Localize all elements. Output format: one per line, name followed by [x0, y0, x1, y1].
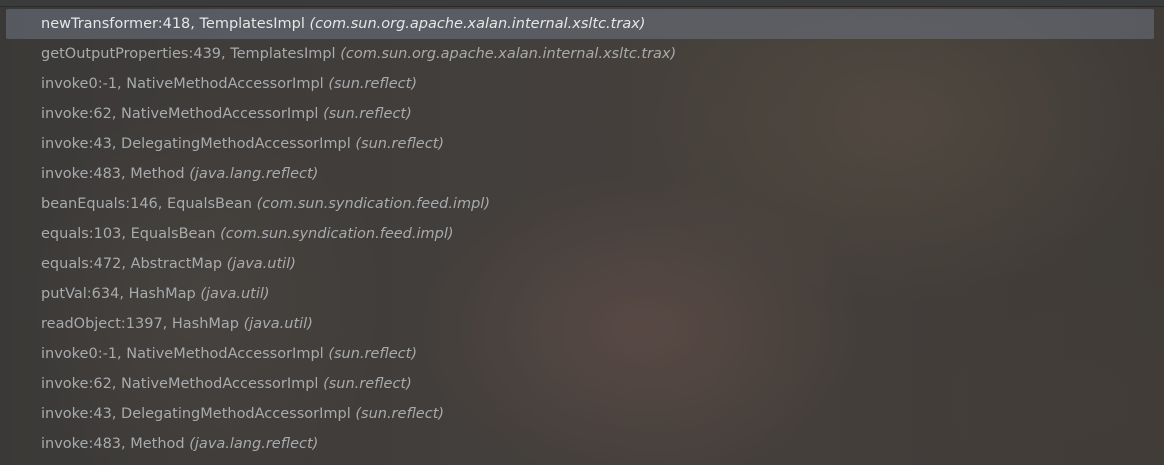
frame-package: (java.util) — [243, 316, 313, 332]
frame-package: (java.util) — [226, 256, 296, 272]
frame-method: invoke0:-1, NativeMethodAccessorImpl — [41, 346, 324, 362]
frame-row[interactable]: newTransformer:418, TemplatesImpl (com.s… — [6, 9, 1154, 39]
frame-package: (sun.reflect) — [328, 346, 417, 362]
frame-row[interactable]: beanEquals:146, EqualsBean (com.sun.synd… — [6, 189, 1154, 219]
debugger-frames-list[interactable]: newTransformer:418, TemplatesImpl (com.s… — [6, 9, 1154, 459]
frame-row[interactable]: putVal:634, HashMap (java.util) — [6, 279, 1154, 309]
frame-row[interactable]: invoke:62, NativeMethodAccessorImpl (sun… — [6, 99, 1154, 129]
frame-method: readObject:1397, HashMap — [41, 316, 240, 332]
frame-method: invoke:483, Method — [41, 166, 185, 182]
frame-method: invoke:62, NativeMethodAccessorImpl — [41, 376, 319, 392]
frame-package: (java.util) — [200, 286, 270, 302]
frame-method: invoke:62, NativeMethodAccessorImpl — [41, 106, 319, 122]
frame-package: (com.sun.syndication.feed.impl) — [256, 196, 490, 212]
frame-method: equals:103, EqualsBean — [41, 226, 216, 242]
frame-row[interactable]: invoke:62, NativeMethodAccessorImpl (sun… — [6, 369, 1154, 399]
frame-method: getOutputProperties:439, TemplatesImpl — [41, 46, 336, 62]
panel-top-border — [0, 0, 1164, 7]
frame-package: (sun.reflect) — [323, 106, 412, 122]
frame-package: (com.sun.org.apache.xalan.internal.xsltc… — [340, 46, 677, 62]
frame-row[interactable]: equals:472, AbstractMap (java.util) — [6, 249, 1154, 279]
frame-package: (sun.reflect) — [355, 406, 445, 422]
frame-package: (java.lang.reflect) — [189, 166, 319, 182]
frame-package: (com.sun.org.apache.xalan.internal.xsltc… — [309, 16, 646, 32]
frame-package: (com.sun.syndication.feed.impl) — [220, 226, 454, 242]
frame-package: (sun.reflect) — [323, 376, 412, 392]
frame-row[interactable]: invoke0:-1, NativeMethodAccessorImpl (su… — [6, 339, 1154, 369]
frame-row[interactable]: equals:103, EqualsBean (com.sun.syndicat… — [6, 219, 1154, 249]
frame-method: invoke:43, DelegatingMethodAccessorImpl — [41, 136, 351, 152]
frame-method: putVal:634, HashMap — [41, 286, 196, 302]
frame-row[interactable]: invoke:43, DelegatingMethodAccessorImpl … — [6, 129, 1154, 159]
frame-method: equals:472, AbstractMap — [41, 256, 223, 272]
frame-row[interactable]: getOutputProperties:439, TemplatesImpl (… — [6, 39, 1154, 69]
frame-method: invoke:483, Method — [41, 436, 185, 452]
frame-row[interactable]: invoke:483, Method (java.lang.reflect) — [6, 429, 1154, 459]
frame-package: (sun.reflect) — [328, 76, 417, 92]
frame-row[interactable]: invoke:483, Method (java.lang.reflect) — [6, 159, 1154, 189]
frame-method: invoke:43, DelegatingMethodAccessorImpl — [41, 406, 351, 422]
frame-package: (sun.reflect) — [355, 136, 445, 152]
frame-method: beanEquals:146, EqualsBean — [41, 196, 252, 212]
frame-method: newTransformer:418, TemplatesImpl — [41, 16, 305, 32]
frame-row[interactable]: invoke0:-1, NativeMethodAccessorImpl (su… — [6, 69, 1154, 99]
frame-method: invoke0:-1, NativeMethodAccessorImpl — [41, 76, 324, 92]
frame-package: (java.lang.reflect) — [189, 436, 319, 452]
frame-row[interactable]: invoke:43, DelegatingMethodAccessorImpl … — [6, 399, 1154, 429]
frame-row[interactable]: readObject:1397, HashMap (java.util) — [6, 309, 1154, 339]
